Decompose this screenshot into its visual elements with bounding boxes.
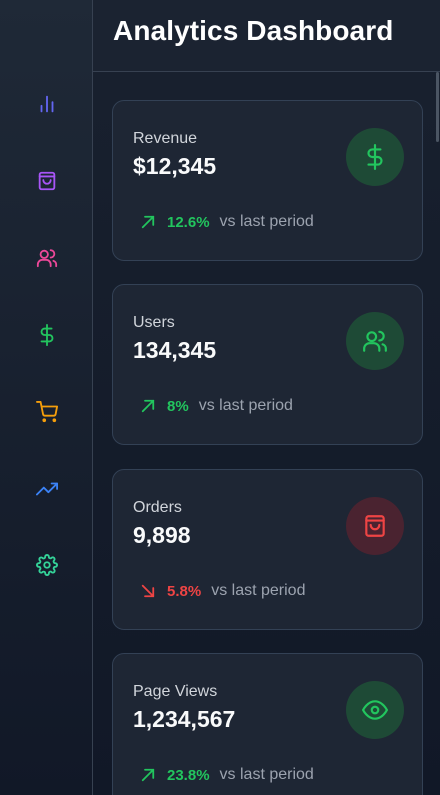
- arrow-down-right-icon: [141, 584, 155, 598]
- card-value: 9,898: [133, 522, 191, 548]
- change-percent: 8%: [167, 397, 189, 415]
- arrow-up-right-icon: [141, 215, 155, 229]
- users-icon: [363, 330, 387, 352]
- change-percent: 5.8%: [167, 582, 202, 600]
- card-badge: [346, 681, 404, 739]
- sidebar-item-users[interactable]: [34, 245, 60, 271]
- comparison-label: vs last period: [198, 397, 293, 414]
- dashboard-content: Revenue $12,345 12.6% vs last period Use…: [93, 72, 440, 795]
- card-title: Orders: [133, 499, 182, 516]
- stat-card-orders[interactable]: Orders 9,898 5.8% vs last period: [112, 469, 423, 630]
- change-percent: 23.8%: [167, 766, 210, 784]
- shopping-cart-icon: [36, 401, 58, 423]
- trending-up-icon: [36, 482, 58, 496]
- bar-chart-icon: [40, 95, 54, 113]
- shopping-bag-icon: [365, 515, 385, 537]
- page-header: Analytics Dashboard: [93, 0, 440, 72]
- card-trend: 23.8% vs last period: [139, 766, 314, 784]
- sidebar-item-settings[interactable]: [34, 552, 60, 578]
- change-percent: 12.6%: [167, 213, 210, 231]
- sidebar-item-trends[interactable]: [34, 476, 60, 502]
- sidebar-item-orders[interactable]: [34, 399, 60, 425]
- sidebar-item-revenue[interactable]: [34, 322, 60, 348]
- comparison-label: vs last period: [211, 582, 306, 599]
- arrow-up-right-icon: [141, 768, 155, 782]
- dollar-icon: [40, 324, 54, 346]
- scrollbar[interactable]: [436, 72, 439, 142]
- card-trend: 12.6% vs last period: [139, 213, 314, 231]
- page-title: Analytics Dashboard: [113, 15, 394, 46]
- card-value: $12,345: [133, 153, 217, 179]
- sidebar-item-products[interactable]: [34, 168, 60, 194]
- stat-card-users[interactable]: Users 134,345 8% vs last period: [112, 284, 423, 445]
- card-trend: 5.8% vs last period: [139, 582, 305, 600]
- users-icon: [36, 249, 58, 268]
- comparison-label: vs last period: [219, 766, 314, 783]
- card-badge: [346, 312, 404, 370]
- arrow-up-right-icon: [141, 399, 155, 413]
- card-trend: 8% vs last period: [139, 397, 293, 415]
- eye-icon: [362, 700, 388, 720]
- card-badge: [346, 128, 404, 186]
- card-badge: [346, 497, 404, 555]
- card-title: Revenue: [133, 130, 198, 147]
- card-value: 134,345: [133, 337, 217, 363]
- settings-icon: [36, 554, 58, 576]
- card-value: 1,234,567: [133, 706, 236, 732]
- dollar-icon: [367, 144, 383, 170]
- comparison-label: vs last period: [219, 213, 314, 230]
- shopping-bag-icon: [38, 171, 56, 191]
- sidebar: [0, 0, 93, 795]
- card-title: Page Views: [133, 683, 218, 700]
- card-title: Users: [133, 314, 175, 331]
- stat-card-page-views[interactable]: Page Views 1,234,567 23.8% vs last perio…: [112, 653, 423, 795]
- sidebar-item-analytics[interactable]: [34, 91, 60, 117]
- stat-card-revenue[interactable]: Revenue $12,345 12.6% vs last period: [112, 100, 423, 261]
